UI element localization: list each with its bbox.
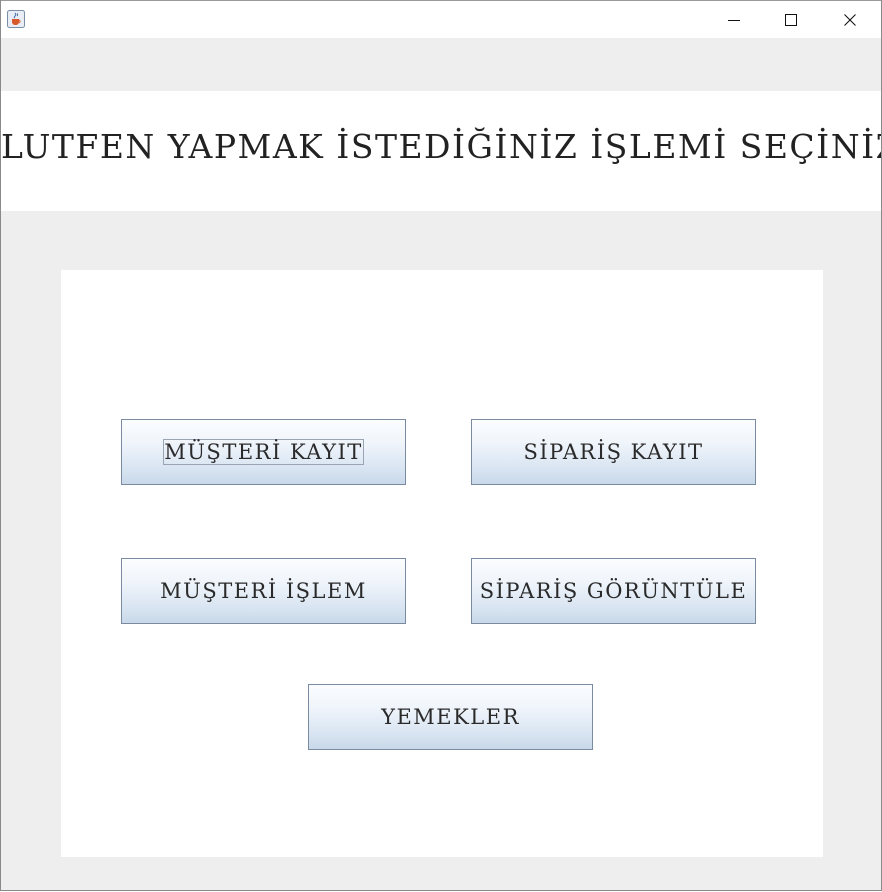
siparis-kayit-button[interactable]: SİPARİŞ KAYIT [471,419,756,485]
button-label: MÜŞTERİ İŞLEM [160,579,367,603]
minimize-button[interactable] [705,1,763,38]
minimize-icon [728,19,740,21]
musteri-kayit-button[interactable]: MÜŞTERİ KAYIT [121,419,406,485]
button-label: MÜŞTERİ KAYIT [163,439,364,465]
button-label: SİPARİŞ KAYIT [523,440,704,464]
maximize-icon [785,13,797,26]
content-pane: LUTFEN YAPMAK İSTEDİĞİNİZ İŞLEMİ SEÇİNİZ… [1,38,881,890]
page-title: LUTFEN YAPMAK İSTEDİĞİNİZ İŞLEMİ SEÇİNİZ [1,127,882,166]
close-icon [844,13,856,26]
maximize-button[interactable] [762,1,820,38]
menu-panel: MÜŞTERİ KAYIT SİPARİŞ KAYIT MÜŞTERİ İŞLE… [61,270,823,857]
yemekler-button[interactable]: YEMEKLER [308,684,593,750]
java-cup-icon[interactable] [7,10,25,28]
title-bar[interactable] [1,0,881,39]
button-label: SİPARİŞ GÖRÜNTÜLE [479,579,748,603]
close-button[interactable] [821,1,879,38]
button-label: YEMEKLER [381,705,520,729]
musteri-islem-button[interactable]: MÜŞTERİ İŞLEM [121,558,406,624]
siparis-goruntule-button[interactable]: SİPARİŞ GÖRÜNTÜLE [471,558,756,624]
app-window: LUTFEN YAPMAK İSTEDİĞİNİZ İŞLEMİ SEÇİNİZ… [0,0,882,891]
header-band: LUTFEN YAPMAK İSTEDİĞİNİZ İŞLEMİ SEÇİNİZ [1,91,881,211]
